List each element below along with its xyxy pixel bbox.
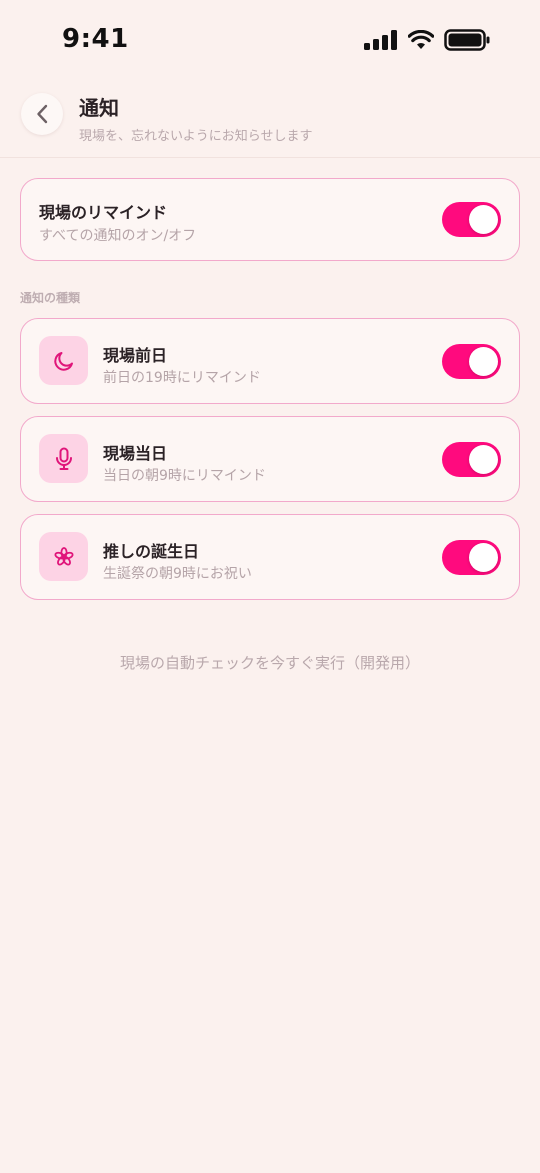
page-title: 通知 <box>79 96 119 120</box>
birthday-toggle[interactable] <box>442 540 501 575</box>
toggle-knob <box>469 205 498 234</box>
status-icons <box>364 28 490 52</box>
microphone-icon <box>55 447 72 470</box>
same-day-toggle[interactable] <box>442 442 501 477</box>
page-subtitle: 現場を、忘れないようにお知らせします <box>79 129 313 144</box>
chevron-left-icon <box>37 104 48 124</box>
status-bar: 9:41 <box>0 0 540 80</box>
icon-box <box>39 532 88 581</box>
back-button[interactable] <box>21 93 63 135</box>
flower-icon <box>53 546 74 565</box>
moon-icon <box>53 351 73 371</box>
notification-item-description: 当日の朝9時にリマインド <box>103 468 266 484</box>
toggle-knob <box>469 543 498 572</box>
icon-box <box>39 434 88 483</box>
notification-item-same-day: 現場当日 当日の朝9時にリマインド <box>20 416 520 502</box>
signal-icon <box>364 30 397 50</box>
master-reminder-toggle[interactable] <box>442 202 501 237</box>
notification-item-birthday: 推しの誕生日 生誕祭の朝9時にお祝い <box>20 514 520 600</box>
master-reminder-description: すべての通知のオン/オフ <box>39 228 197 244</box>
icon-box <box>39 336 88 385</box>
wifi-icon <box>408 30 434 49</box>
run-auto-check-button[interactable]: 現場の自動チェックを今すぐ実行（開発用） <box>0 652 540 673</box>
notification-item-title: 現場前日 <box>103 346 168 365</box>
notification-item-description: 前日の19時にリマインド <box>103 370 261 386</box>
day-before-toggle[interactable] <box>442 344 501 379</box>
status-time: 9:41 <box>62 24 129 54</box>
notification-item-description: 生誕祭の朝9時にお祝い <box>103 566 252 582</box>
master-reminder-title: 現場のリマインド <box>39 203 168 222</box>
battery-icon <box>444 29 490 51</box>
section-label: 通知の種類 <box>20 291 81 305</box>
toggle-knob <box>469 445 498 474</box>
notification-item-day-before: 現場前日 前日の19時にリマインド <box>20 318 520 404</box>
header: 通知 現場を、忘れないようにお知らせします <box>0 80 540 158</box>
toggle-knob <box>469 347 498 376</box>
notification-item-title: 推しの誕生日 <box>103 542 200 561</box>
master-reminder-card: 現場のリマインド すべての通知のオン/オフ <box>20 178 520 261</box>
notification-item-title: 現場当日 <box>103 444 168 463</box>
